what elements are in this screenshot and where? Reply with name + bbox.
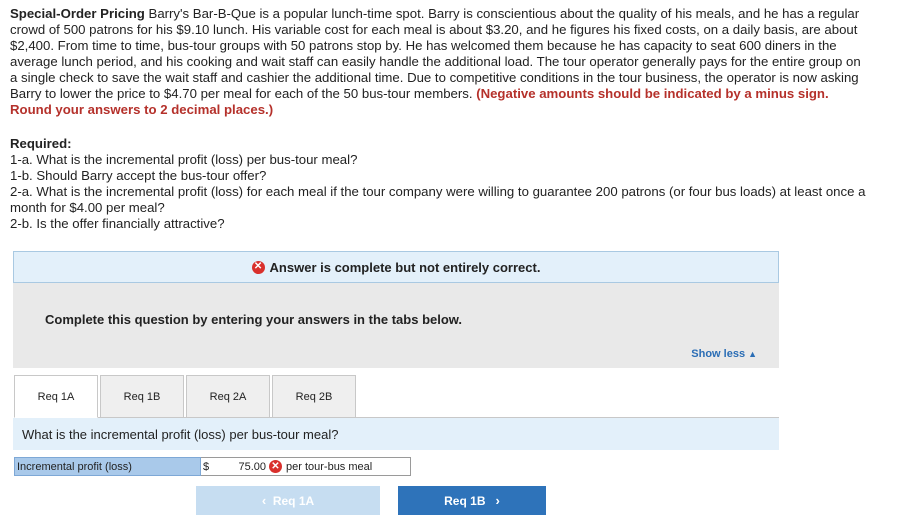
instruction-text: Complete this question by entering your … (45, 312, 463, 327)
chevron-left-icon: ‹ (261, 493, 267, 508)
answer-label: Incremental profit (loss) (14, 457, 201, 476)
answer-input[interactable]: $ 75.00 ✕ per tour-bus meal (201, 457, 411, 476)
tab-req-2a[interactable]: Req 2A (186, 375, 270, 418)
incorrect-x-icon: ✕ (269, 460, 282, 473)
show-less-link[interactable]: Show less ▲ (691, 348, 757, 360)
prev-req-button: ‹ Req 1A (196, 486, 380, 515)
answer-unit: per tour-bus meal (286, 460, 373, 473)
question-text: What is the incremental profit (loss) pe… (22, 426, 339, 442)
answer-value[interactable]: 75.00 (211, 461, 269, 473)
status-text: Answer is complete but not entirely corr… (269, 259, 541, 275)
instruction-panel: Complete this question by entering your … (13, 283, 779, 368)
required-item-1b: 1-b. Should Barry accept the bus-tour of… (10, 168, 267, 183)
show-less-label: Show less (691, 348, 746, 360)
tab-req-1b[interactable]: Req 1B (100, 375, 184, 418)
required-item-2b: 2-b. Is the offer financially attractive… (10, 216, 225, 231)
required-section: Required: 1-a. What is the incremental p… (10, 136, 870, 232)
answer-row: Incremental profit (loss) $ 75.00 ✕ per … (14, 457, 411, 476)
question-bar: What is the incremental profit (loss) pe… (13, 418, 779, 450)
next-req-label: Req 1B (444, 493, 486, 508)
required-item-1a: 1-a. What is the incremental profit (los… (10, 152, 358, 167)
currency-symbol: $ (203, 460, 210, 473)
required-item-2a: 2-a. What is the incremental profit (los… (10, 184, 866, 215)
tab-req-1a[interactable]: Req 1A (14, 375, 98, 418)
triangle-up-icon: ▲ (748, 349, 757, 359)
required-heading: Required: (10, 136, 72, 151)
problem-statement: Special-Order Pricing Barry's Bar-B-Que … (10, 6, 870, 118)
problem-title: Special-Order Pricing (10, 6, 145, 21)
next-req-button[interactable]: Req 1B › (398, 486, 546, 515)
answer-status-banner: ✕ Answer is complete but not entirely co… (13, 251, 779, 283)
chevron-right-icon: › (495, 493, 500, 508)
tab-req-2b[interactable]: Req 2B (272, 375, 356, 418)
x-circle-icon: ✕ (251, 260, 265, 274)
prev-req-label: Req 1A (272, 493, 315, 508)
tab-bar: Req 1A Req 1B Req 2A Req 2B (14, 375, 358, 418)
